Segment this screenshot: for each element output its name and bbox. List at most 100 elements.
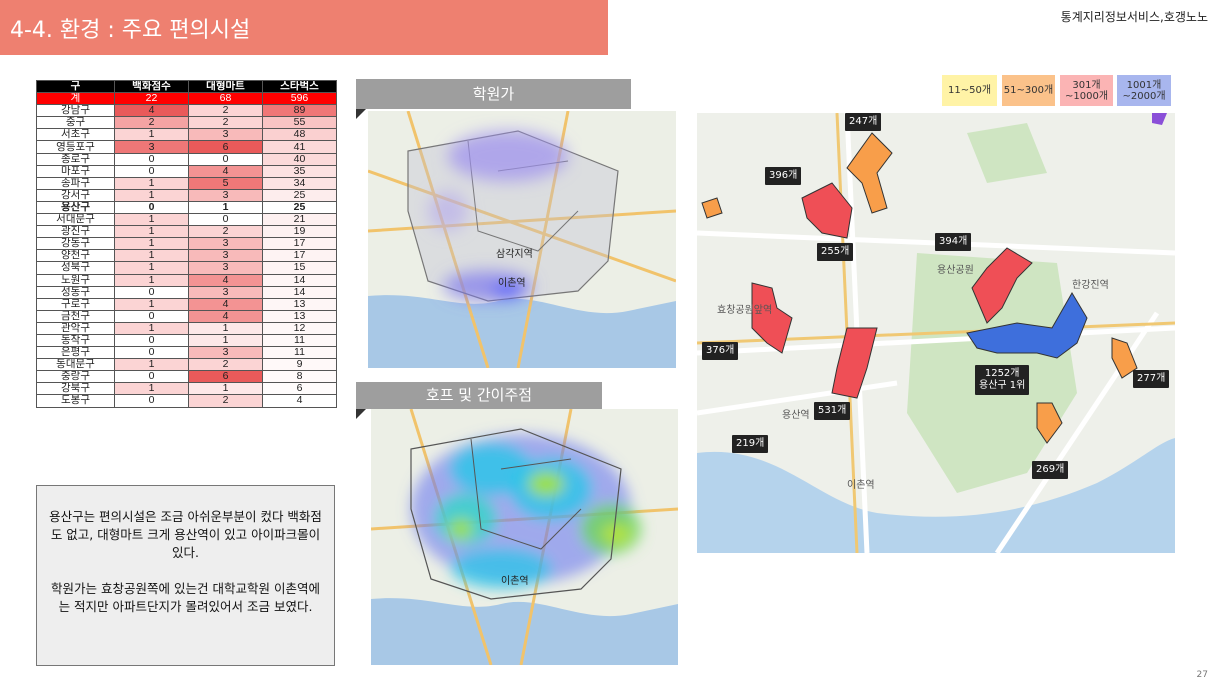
table-cell-dept: 1 bbox=[114, 297, 189, 311]
table-cell-mart: 2 bbox=[188, 358, 263, 372]
pc-map-ichon: 이촌역 bbox=[847, 479, 875, 491]
table-cell-mart: 68 bbox=[188, 92, 263, 106]
table-cell-mart: 4 bbox=[188, 297, 263, 311]
table-cell-dept: 1 bbox=[114, 176, 189, 190]
table-cell-mart: 3 bbox=[188, 346, 263, 360]
table-cell-mart: 3 bbox=[188, 249, 263, 263]
table-cell-name: 서초구 bbox=[36, 128, 115, 142]
count-marker[interactable]: 531개 bbox=[814, 402, 851, 420]
table-cell-name: 강동구 bbox=[36, 237, 115, 251]
table-row: 강북구 1 1 6 bbox=[36, 382, 337, 396]
table-cell-dept: 2 bbox=[114, 116, 189, 130]
table-row: 서대문구 1 0 21 bbox=[36, 213, 337, 227]
table-cell-mart: 2 bbox=[188, 225, 263, 239]
table-cell-sb: 34 bbox=[262, 176, 337, 190]
table-cell-name: 강서구 bbox=[36, 188, 115, 202]
col-dept: 백화점수 bbox=[114, 79, 189, 94]
academy-heatmap[interactable]: 삼각지역 이촌역 bbox=[368, 111, 676, 368]
table-cell-dept: 1 bbox=[114, 249, 189, 263]
pub-corner bbox=[356, 409, 366, 419]
count-marker[interactable]: 269개 bbox=[1032, 461, 1069, 479]
pub-heatmap[interactable]: 이촌역 bbox=[371, 409, 678, 665]
table-cell-sb: 25 bbox=[262, 200, 337, 215]
pub-label: 호프 및 간이주점 bbox=[356, 382, 602, 409]
academy-map-svg: 삼각지역 이촌역 bbox=[368, 111, 676, 368]
table-cell-sb: 6 bbox=[262, 382, 337, 396]
table-cell-mart: 1 bbox=[188, 321, 263, 335]
title-bar: 4-4. 환경 : 주요 편의시설 bbox=[0, 0, 608, 55]
table-cell-mart: 0 bbox=[188, 213, 263, 227]
table-row: 구로구 1 4 13 bbox=[36, 297, 337, 311]
table-cell-mart: 6 bbox=[188, 370, 263, 384]
pub-map-ichon: 이촌역 bbox=[501, 575, 529, 587]
table-cell-dept: 4 bbox=[114, 104, 189, 118]
count-marker[interactable]: 396개 bbox=[765, 167, 802, 185]
table-cell-sb: 21 bbox=[262, 213, 337, 227]
count-marker[interactable]: 219개 bbox=[732, 435, 769, 453]
academy-map-samgakji: 삼각지역 bbox=[496, 248, 533, 260]
count-marker[interactable]: 247개 bbox=[845, 113, 882, 131]
table-cell-dept: 3 bbox=[114, 140, 189, 154]
table-cell-dept: 1 bbox=[114, 273, 189, 287]
table-cell-mart: 3 bbox=[188, 188, 263, 202]
table-cell-mart: 4 bbox=[188, 164, 263, 178]
table-cell-dept: 0 bbox=[114, 346, 189, 360]
count-marker[interactable]: 376개 bbox=[702, 342, 739, 360]
table-cell-dept: 0 bbox=[114, 152, 189, 166]
table-cell-sb: 41 bbox=[262, 140, 337, 154]
table-cell-sb: 55 bbox=[262, 116, 337, 130]
table-cell-sb: 35 bbox=[262, 164, 337, 178]
table-cell-sb: 48 bbox=[262, 128, 337, 142]
table-cell-name: 종로구 bbox=[36, 152, 115, 166]
table-header-row: 구 백화점수 대형마트 스타벅스 bbox=[36, 79, 337, 94]
table-cell-mart: 3 bbox=[188, 261, 263, 275]
table-cell-sb: 11 bbox=[262, 346, 337, 360]
count-marker[interactable]: 394개 bbox=[935, 233, 972, 251]
table-cell-dept: 1 bbox=[114, 128, 189, 142]
table-cell-sb: 17 bbox=[262, 249, 337, 263]
table-cell-name: 구로구 bbox=[36, 297, 115, 311]
table-cell-sb: 19 bbox=[262, 225, 337, 239]
table-cell-name: 광진구 bbox=[36, 225, 115, 239]
facilities-table: 구 백화점수 대형마트 스타벅스 계 22 68 596 강남구 4 2 89 중구 2 2 55 서초… bbox=[36, 79, 337, 408]
table-row: 도봉구 0 2 4 bbox=[36, 394, 337, 408]
table-row: 종로구 0 0 40 bbox=[36, 152, 337, 166]
legend-item: 1001개 ~2000개 bbox=[1117, 75, 1171, 106]
table-cell-dept: 1 bbox=[114, 321, 189, 335]
table-cell-name: 관악구 bbox=[36, 321, 115, 335]
table-cell-name: 금천구 bbox=[36, 309, 115, 323]
source-text: 통계지리정보서비스,호갱노노 bbox=[1060, 10, 1208, 24]
table-cell-name: 계 bbox=[36, 92, 115, 106]
table-row: 광진구 1 2 19 bbox=[36, 225, 337, 239]
table-cell-sb: 14 bbox=[262, 273, 337, 287]
legend-item: 301개 ~1000개 bbox=[1060, 75, 1113, 106]
table-cell-sb: 89 bbox=[262, 104, 337, 118]
table-cell-name: 성북구 bbox=[36, 261, 115, 275]
table-cell-sb: 596 bbox=[262, 92, 337, 106]
table-row: 성북구 1 3 15 bbox=[36, 261, 337, 275]
table-cell-sb: 4 bbox=[262, 394, 337, 408]
count-marker[interactable]: 277개 bbox=[1133, 370, 1170, 388]
table-cell-dept: 1 bbox=[114, 225, 189, 239]
summary-note: 용산구는 편의시설은 조금 아쉬운부분이 컸다 백화점도 없고, 대형마트 크게… bbox=[36, 485, 335, 666]
count-marker[interactable]: 1252개 용산구 1위 bbox=[975, 365, 1030, 395]
academy-map-ichon: 이촌역 bbox=[498, 277, 526, 289]
table-row: 강동구 1 3 17 bbox=[36, 237, 337, 251]
table-cell-mart: 1 bbox=[188, 200, 263, 215]
count-marker[interactable]: 255개 bbox=[817, 243, 854, 261]
academy-label: 학원가 bbox=[356, 79, 631, 109]
table-row: 계 22 68 596 bbox=[36, 92, 337, 106]
table-cell-name: 마포구 bbox=[36, 164, 115, 178]
table-row: 금천구 0 4 13 bbox=[36, 309, 337, 323]
table-cell-sb: 8 bbox=[262, 370, 337, 384]
table-cell-sb: 40 bbox=[262, 152, 337, 166]
table-cell-dept: 1 bbox=[114, 358, 189, 372]
page-number: 27 bbox=[1196, 670, 1208, 680]
table-row: 노원구 1 4 14 bbox=[36, 273, 337, 287]
table-cell-dept: 0 bbox=[114, 164, 189, 178]
legend-item: 51~300개 bbox=[1002, 75, 1055, 106]
table-cell-dept: 0 bbox=[114, 285, 189, 299]
table-row: 강남구 4 2 89 bbox=[36, 104, 337, 118]
table-cell-mart: 4 bbox=[188, 309, 263, 323]
table-row: 관악구 1 1 12 bbox=[36, 321, 337, 335]
